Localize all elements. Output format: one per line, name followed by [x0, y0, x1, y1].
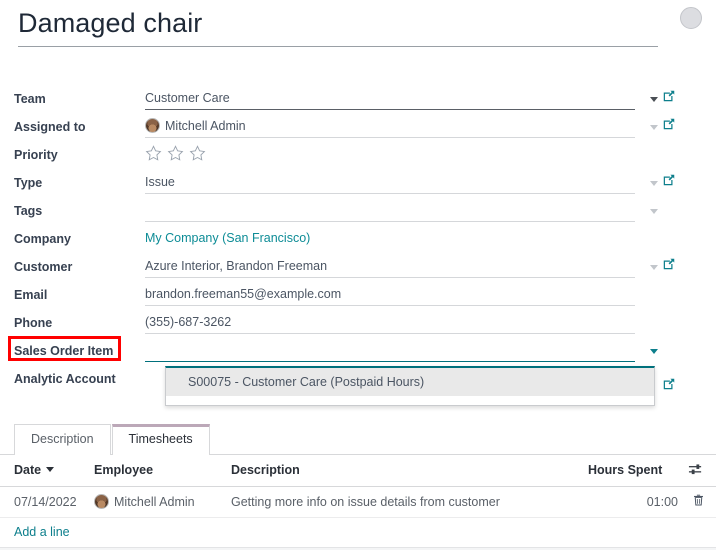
field-label-type: Type [0, 172, 145, 194]
field-row-sales-order-item: Sales Order Item [0, 340, 716, 368]
sliders-icon [688, 462, 703, 476]
star-icon[interactable] [189, 145, 206, 162]
field-value-priority [145, 144, 635, 166]
field-row-priority: Priority [0, 144, 716, 172]
timesheets-table: Date Employee Description Hours Spent [0, 455, 716, 518]
page-title[interactable]: Damaged chair [18, 6, 658, 47]
column-header-date[interactable]: Date [0, 455, 94, 487]
table-row[interactable]: 07/14/2022 Mitchell Admin Getting more i… [0, 487, 716, 518]
field-value-type[interactable]: Issue [145, 172, 635, 194]
optional-columns-toggle[interactable] [688, 455, 716, 487]
field-label-phone: Phone [0, 312, 145, 334]
helpdesk-ticket-form: Damaged chair Team Customer Care Assigne… [0, 0, 716, 550]
field-value-team[interactable]: Customer Care [145, 88, 635, 110]
chevron-down-icon[interactable] [650, 125, 658, 130]
column-header-employee[interactable]: Employee [94, 455, 231, 487]
notebook: Description Timesheets Date Employee Des… [0, 420, 716, 550]
field-label-company: Company [0, 228, 145, 250]
field-row-tags: Tags [0, 200, 716, 228]
field-row-customer: Customer Azure Interior, Brandon Freeman [0, 256, 716, 284]
field-value-assigned-to[interactable]: Mitchell Admin [145, 116, 635, 138]
trash-icon[interactable] [692, 493, 705, 507]
dropdown-spacer [166, 396, 654, 405]
avatar[interactable] [680, 7, 702, 29]
field-label-analytic-account: Analytic Account [0, 368, 145, 390]
cell-hours-spent[interactable]: 01:00 [588, 487, 688, 518]
field-row-type: Type Issue [0, 172, 716, 200]
field-label-email: Email [0, 284, 145, 306]
chevron-down-icon[interactable] [650, 349, 658, 354]
notebook-tabs: Description Timesheets [0, 420, 716, 455]
tab-timesheets[interactable]: Timesheets [112, 424, 210, 455]
page-title-wrapper: Damaged chair [18, 6, 658, 47]
chevron-down-icon[interactable] [650, 97, 658, 102]
field-row-phone: Phone (355)-687-3262 [0, 312, 716, 340]
field-row-team: Team Customer Care [0, 88, 716, 116]
priority-stars [145, 144, 613, 162]
add-a-line-button[interactable]: Add a line [0, 518, 716, 547]
field-row-assigned-to: Assigned to Mitchell Admin [0, 116, 716, 144]
field-value-sales-order-item[interactable] [145, 340, 635, 362]
tab-description[interactable]: Description [14, 424, 111, 455]
field-value-tags[interactable] [145, 200, 635, 222]
field-label-sales-order-item-text: Sales Order Item [14, 344, 113, 358]
field-label-priority: Priority [0, 144, 145, 166]
field-label-team: Team [0, 88, 145, 110]
chevron-down-icon[interactable] [650, 265, 658, 270]
column-header-description[interactable]: Description [231, 455, 588, 487]
external-link-icon[interactable] [662, 89, 676, 103]
field-label-customer: Customer [0, 256, 145, 278]
star-icon[interactable] [167, 145, 184, 162]
star-icon[interactable] [145, 145, 162, 162]
employee-avatar-icon [145, 118, 160, 133]
field-row-email: Email brandon.freeman55@example.com [0, 284, 716, 312]
external-link-icon[interactable] [662, 117, 676, 131]
dropdown-option[interactable]: S00075 - Customer Care (Postpaid Hours) [166, 368, 654, 396]
sort-descending-icon[interactable] [46, 467, 54, 472]
employee-avatar-icon [94, 494, 109, 509]
table-header-row: Date Employee Description Hours Spent [0, 455, 716, 487]
field-value-company[interactable]: My Company (San Francisco) [145, 228, 635, 250]
cell-employee[interactable]: Mitchell Admin [94, 487, 231, 518]
field-label-tags: Tags [0, 200, 145, 222]
cell-delete[interactable] [688, 487, 716, 518]
cell-date[interactable]: 07/14/2022 [0, 487, 94, 518]
field-value-email[interactable]: brandon.freeman55@example.com [145, 284, 635, 306]
external-link-icon[interactable] [662, 377, 676, 391]
field-value-phone[interactable]: (355)-687-3262 [145, 312, 635, 334]
chevron-down-icon[interactable] [650, 209, 658, 214]
cell-description[interactable]: Getting more info on issue details from … [231, 487, 588, 518]
external-link-icon[interactable] [662, 257, 676, 271]
field-label-assigned-to: Assigned to [0, 116, 145, 138]
sales-order-item-dropdown[interactable]: S00075 - Customer Care (Postpaid Hours) [165, 366, 655, 406]
form-fields: Team Customer Care Assigned to Mitchell … [0, 88, 716, 396]
external-link-icon[interactable] [662, 173, 676, 187]
chevron-down-icon[interactable] [650, 181, 658, 186]
field-row-company: Company My Company (San Francisco) [0, 228, 716, 256]
column-header-hours-spent[interactable]: Hours Spent [588, 455, 688, 487]
column-header-date-label: Date [14, 463, 41, 477]
field-value-customer[interactable]: Azure Interior, Brandon Freeman [145, 256, 635, 278]
field-value-assigned-to-text: Mitchell Admin [165, 119, 246, 133]
field-label-sales-order-item: Sales Order Item [0, 340, 145, 362]
cell-employee-text: Mitchell Admin [114, 495, 195, 509]
